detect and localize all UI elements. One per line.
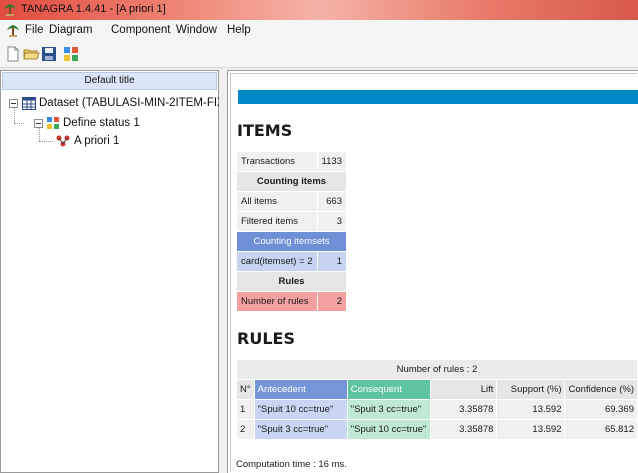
rule-confidence: 69.369: [565, 400, 637, 419]
menu-file[interactable]: File: [25, 24, 44, 36]
rule-lift: 3.35878: [430, 420, 497, 439]
tree-connector: [14, 123, 24, 124]
table-row: Rules: [237, 272, 346, 291]
tanagra-app-icon: [4, 4, 16, 16]
table-row: Number of rules 2: [237, 292, 346, 311]
table-row: 2 "Spuit 3 cc=true" "Spuit 10 cc=true" 3…: [237, 420, 637, 439]
col-header-confidence: Confidence (%): [565, 380, 637, 399]
card-itemset-label: card(itemset) = 2: [237, 252, 317, 271]
rule-consequent: "Spuit 3 cc=true": [347, 400, 430, 419]
apriori-icon: [56, 135, 70, 147]
rule-support: 13.592: [497, 400, 565, 419]
toolbar: [0, 40, 638, 68]
col-header-number: N°: [237, 380, 254, 399]
table-row: 1 "Spuit 10 cc=true" "Spuit 3 cc=true" 3…: [237, 400, 637, 419]
rules-count-caption: Number of rules : 2: [237, 360, 637, 379]
filtered-items-label: Filtered items: [237, 212, 317, 231]
rules-header: Rules: [237, 272, 346, 291]
rule-confidence: 65.812: [565, 420, 637, 439]
all-items-label: All items: [237, 192, 317, 211]
table-row: All items 663: [237, 192, 346, 211]
number-of-rules-label: Number of rules: [237, 292, 317, 311]
tree-connector: [39, 126, 40, 141]
tree-node-apriori[interactable]: A priori 1: [74, 135, 119, 147]
diagram-title-header[interactable]: Default title: [2, 72, 217, 90]
transactions-label: Transactions: [237, 152, 317, 171]
counting-items-header: Counting items: [237, 172, 346, 191]
table-row: Counting itemsets: [237, 232, 346, 251]
rule-antecedent: "Spuit 10 cc=true": [254, 400, 347, 419]
rule-number: 1: [237, 400, 254, 419]
menu-window[interactable]: Window: [176, 24, 217, 36]
rule-lift: 3.35878: [430, 400, 497, 419]
card-itemset-value: 1: [317, 252, 346, 271]
menu-diagram[interactable]: Diagram: [49, 24, 92, 36]
rules-table: Number of rules : 2 N° Antecedent Conseq…: [236, 359, 638, 440]
rules-section-title: RULES: [237, 329, 295, 348]
counting-itemsets-header: Counting itemsets: [237, 232, 346, 251]
table-row: Counting items: [237, 172, 346, 191]
new-icon[interactable]: [4, 45, 22, 63]
rule-support: 13.592: [497, 420, 565, 439]
tree-node-dataset[interactable]: Dataset (TABULASI-MIN-2ITEM-FIX.a: [39, 97, 234, 109]
diagram-tree-panel: Default title Dataset (TABULASI-MIN-2ITE…: [0, 70, 234, 473]
open-icon[interactable]: [22, 45, 40, 63]
dataset-icon: [22, 97, 36, 110]
computation-time: Computation time : 16 ms.: [236, 459, 347, 470]
tree-collapse-icon[interactable]: [34, 119, 43, 128]
items-table: Transactions 1133 Counting items All ite…: [236, 151, 347, 312]
define-status-icon: [47, 117, 59, 129]
component-icon[interactable]: [62, 45, 80, 63]
all-items-value: 663: [317, 192, 346, 211]
col-header-antecedent: Antecedent: [254, 380, 347, 399]
rule-number: 2: [237, 420, 254, 439]
menu-bar: File Diagram Component Window Help: [0, 20, 638, 40]
report-header-band: [238, 90, 638, 104]
menu-component[interactable]: Component: [111, 24, 170, 36]
rule-consequent: "Spuit 10 cc=true": [347, 420, 430, 439]
table-row: Number of rules : 2: [237, 360, 637, 379]
table-row: Transactions 1133: [237, 152, 346, 171]
transactions-value: 1133: [317, 152, 346, 171]
col-header-lift: Lift: [430, 380, 497, 399]
table-header-row: N° Antecedent Consequent Lift Support (%…: [237, 380, 637, 399]
window-title: TANAGRA 1.4.41 - [A priori 1]: [21, 3, 166, 15]
tanagra-window: TANAGRA 1.4.41 - [A priori 1] File Diagr…: [0, 0, 638, 473]
tree-collapse-icon[interactable]: [9, 99, 18, 108]
title-bar[interactable]: TANAGRA 1.4.41 - [A priori 1]: [0, 0, 638, 20]
tree-connector: [39, 141, 53, 142]
tree-node-define-status[interactable]: Define status 1: [63, 117, 140, 129]
panel-splitter[interactable]: [219, 70, 227, 473]
menu-help[interactable]: Help: [227, 24, 251, 36]
items-section-title: ITEMS: [237, 121, 293, 140]
table-row: card(itemset) = 2 1: [237, 252, 346, 271]
rule-antecedent: "Spuit 3 cc=true": [254, 420, 347, 439]
number-of-rules-value: 2: [317, 292, 346, 311]
col-header-support: Support (%): [497, 380, 565, 399]
tanagra-menu-icon[interactable]: [6, 23, 20, 37]
table-row: Filtered items 3: [237, 212, 346, 231]
filtered-items-value: 3: [317, 212, 346, 231]
report-panel: ITEMS Transactions 1133 Counting items A…: [227, 70, 638, 473]
save-icon[interactable]: [40, 45, 58, 63]
col-header-consequent: Consequent: [347, 380, 430, 399]
